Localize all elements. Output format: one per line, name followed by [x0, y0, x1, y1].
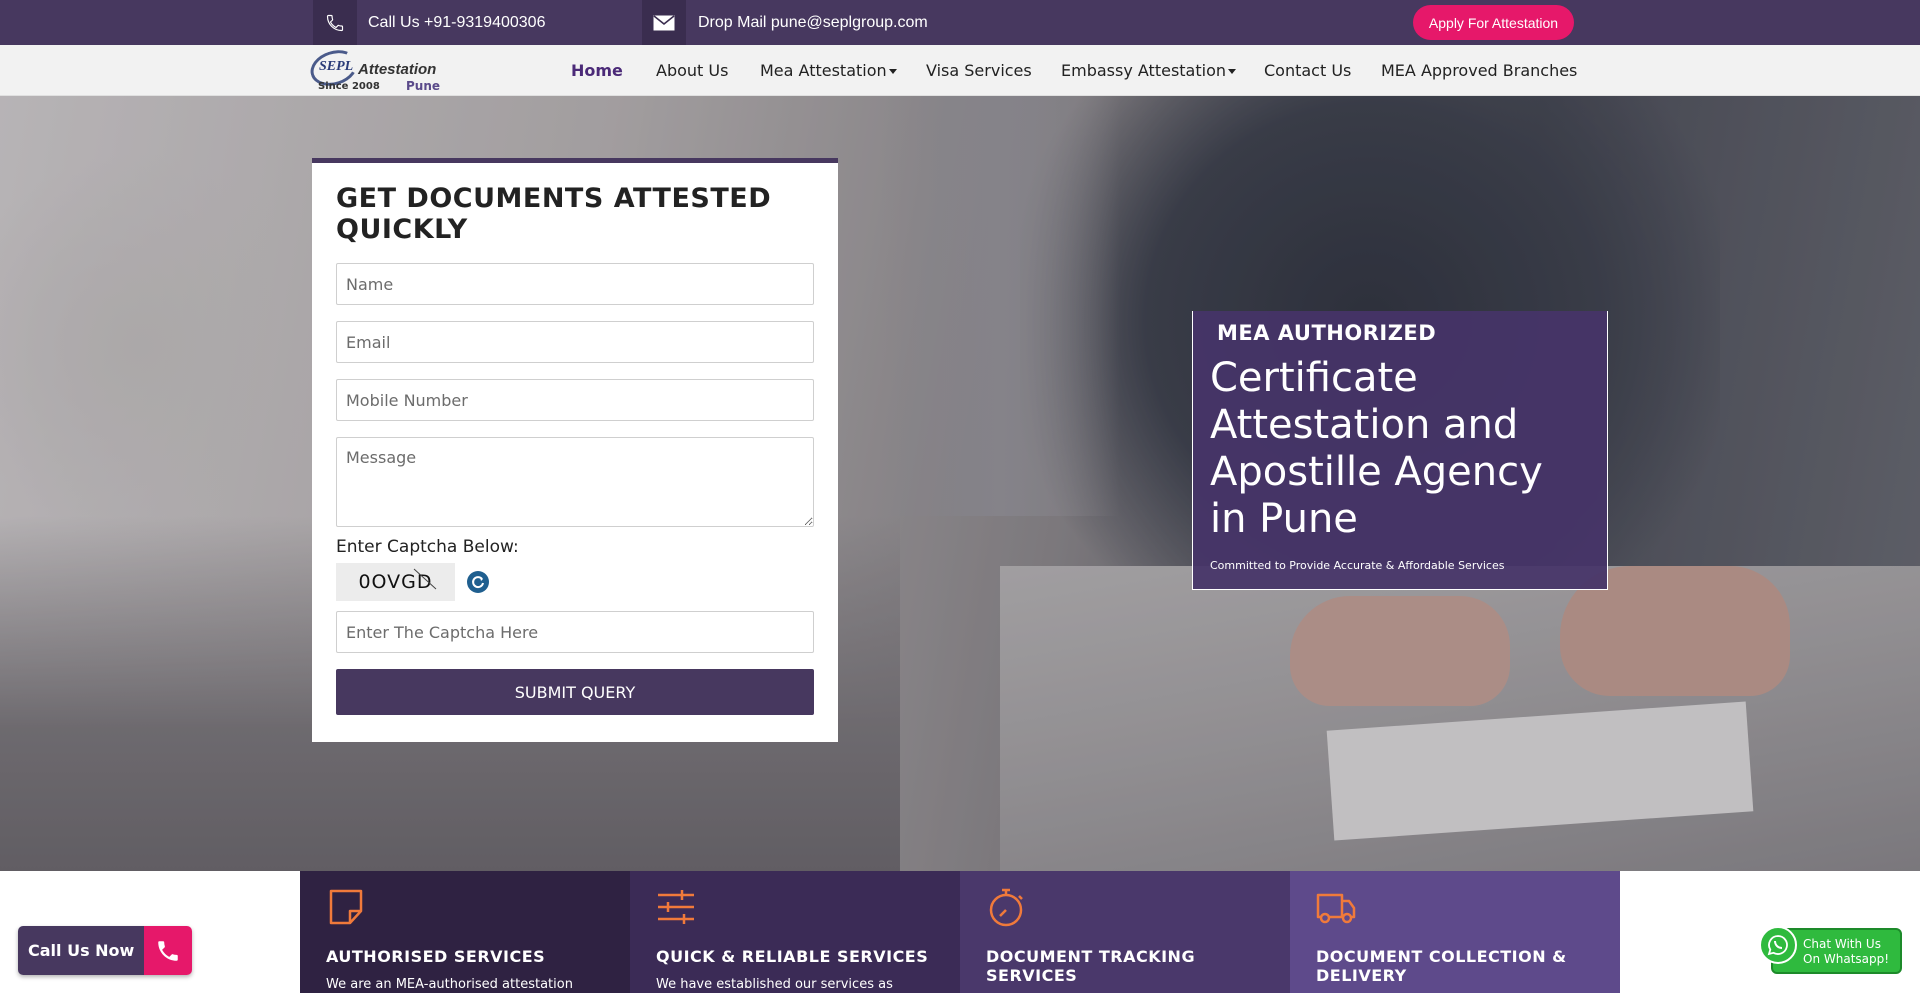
logo-since: Since 2008 — [318, 81, 380, 92]
feature-title: DOCUMENT COLLECTION & DELIVERY — [1316, 947, 1567, 985]
drop-mail-link[interactable]: Drop Mail pune@seplgroup.com — [698, 0, 928, 45]
nav-item-visa-services[interactable]: Visa Services — [926, 45, 1032, 96]
call-us-now-label: Call Us Now — [18, 926, 145, 975]
whatsapp-line-1: Chat With Us — [1803, 937, 1881, 951]
captcha-row: 0OVGD — [336, 563, 814, 601]
feature-text: We have established our services as high… — [656, 977, 893, 992]
stopwatch-icon — [989, 888, 1023, 927]
refresh-captcha-icon[interactable] — [467, 571, 489, 593]
captcha-image: 0OVGD — [336, 563, 455, 601]
email-input[interactable] — [336, 321, 814, 363]
captcha-input[interactable] — [336, 611, 814, 653]
chevron-down-icon — [1228, 69, 1236, 74]
whatsapp-line-2: On Whatsapp! — [1803, 952, 1890, 966]
form-title: GET DOCUMENTS ATTESTED QUICKLY — [336, 183, 772, 245]
feature-document-tracking: DOCUMENT TRACKING SERVICES — [960, 871, 1290, 993]
feature-quick-reliable: QUICK & RELIABLE SERVICES We have establ… — [630, 871, 960, 993]
hero-info-card: MEA AUTHORIZED Certificate Attestation a… — [1192, 311, 1608, 590]
nav-item-mea-attestation[interactable]: Mea Attestation — [760, 45, 897, 96]
site-logo[interactable]: SEPL Attestation Since 2008 Pune — [305, 44, 450, 93]
submit-query-button[interactable]: SUBMIT QUERY — [336, 669, 814, 715]
query-form: GET DOCUMENTS ATTESTED QUICKLY Enter Cap… — [312, 158, 838, 742]
call-us-now-button[interactable]: Call Us Now — [18, 926, 193, 975]
logo-mark: SEPL — [319, 59, 354, 74]
nav-item-home[interactable]: Home — [571, 45, 623, 96]
sliders-icon — [658, 890, 694, 924]
feature-title: DOCUMENT TRACKING SERVICES — [986, 947, 1196, 985]
hero-title: Certificate Attestation and Apostille Ag… — [1210, 355, 1543, 542]
logo-city: Pune — [406, 79, 441, 93]
name-input[interactable] — [336, 263, 814, 305]
features-strip: AUTHORISED SERVICES We are an MEA-author… — [300, 871, 1620, 993]
feature-title: QUICK & RELIABLE SERVICES — [656, 947, 929, 966]
hero-overlay — [0, 96, 1920, 871]
nav-item-embassy-attestation[interactable]: Embassy Attestation — [1061, 45, 1236, 96]
whatsapp-chat-button[interactable]: Chat With Us On Whatsapp! — [1759, 926, 1902, 974]
nav-item-about-us[interactable]: About Us — [656, 45, 728, 96]
nav-item-embassy-attestation-label: Embassy Attestation — [1061, 61, 1226, 80]
feature-document-collection: DOCUMENT COLLECTION & DELIVERY — [1290, 871, 1620, 993]
nav-item-mea-attestation-label: Mea Attestation — [760, 61, 887, 80]
message-textarea[interactable] — [336, 437, 814, 527]
main-nav: SEPL Attestation Since 2008 Pune Home Ab… — [0, 44, 1920, 96]
feature-title: AUTHORISED SERVICES — [326, 947, 546, 966]
chevron-down-icon — [888, 69, 897, 74]
whatsapp-icon — [1759, 926, 1797, 964]
phone-icon — [144, 926, 193, 975]
mail-icon — [642, 0, 686, 45]
feature-authorised-services: AUTHORISED SERVICES We are an MEA-author… — [300, 871, 630, 993]
document-icon — [329, 889, 363, 925]
call-us-link[interactable]: Call Us +91-9319400306 — [368, 0, 545, 45]
phone-icon — [313, 0, 357, 45]
hero-banner: GET DOCUMENTS ATTESTED QUICKLY Enter Cap… — [0, 96, 1920, 871]
nav-item-contact-us[interactable]: Contact Us — [1264, 45, 1351, 96]
mobile-number-input[interactable] — [336, 379, 814, 421]
truck-icon — [1316, 893, 1356, 924]
hero-subtitle: Committed to Provide Accurate & Affordab… — [1210, 559, 1505, 572]
apply-for-attestation-button[interactable]: Apply For Attestation — [1413, 5, 1574, 40]
logo-name: Attestation — [358, 61, 437, 78]
feature-text: We are an MEA-authorised attestation — [326, 977, 573, 992]
top-bar: Call Us +91-9319400306 Drop Mail pune@se… — [0, 0, 1920, 45]
nav-item-mea-approved-branches[interactable]: MEA Approved Branches — [1381, 45, 1577, 96]
hero-kicker: MEA AUTHORIZED — [1217, 321, 1437, 345]
captcha-label: Enter Captcha Below: — [336, 537, 519, 557]
